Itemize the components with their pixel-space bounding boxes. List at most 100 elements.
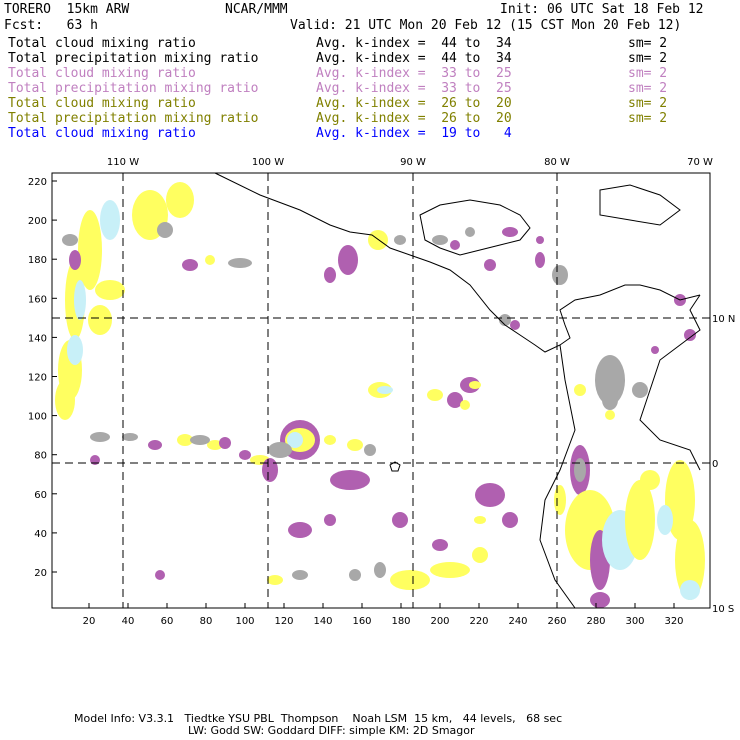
cloud-field-yellow [460, 400, 470, 410]
cloud-field-yellow [427, 389, 443, 401]
x-tick-label: 260 [547, 616, 566, 627]
y-tick-label: 180 [28, 255, 47, 266]
cloud-field-lightblue [377, 386, 393, 394]
cloud-field-gray [157, 222, 173, 238]
x-tick-label: 180 [391, 616, 410, 627]
map-plot: 110 W 100 W 90 W 80 W 70 W 10 N 0 10 S 20 40 60 80 1… [28, 157, 735, 627]
x-tick-label: 140 [313, 616, 332, 627]
x-tick-label: 60 [161, 616, 174, 627]
cloud-field-purple [288, 522, 312, 538]
x-tick-label: 320 [664, 616, 683, 627]
model-info-line2: LW: Godd SW: Goddard DIFF: simple KM: 2D… [188, 724, 475, 737]
cloud-field-purple [338, 245, 358, 275]
x-tick-label: 20 [83, 616, 96, 627]
cloud-field-yellow [205, 255, 215, 265]
cloud-field-purple [432, 539, 448, 551]
y-tick-label: 120 [28, 373, 47, 384]
coastline [214, 172, 701, 353]
cloud-field-purple [684, 329, 696, 341]
cloud-field-lightblue [67, 335, 83, 365]
cloud-field-lightblue [680, 580, 700, 600]
cloud-field-purple [651, 346, 659, 354]
y-tick-label: 140 [28, 333, 47, 344]
x-tick-label: 40 [122, 616, 135, 627]
y-tick-label: 20 [34, 568, 47, 579]
cloud-field-yellow [368, 230, 388, 250]
coastline [419, 199, 531, 256]
coastline [599, 184, 681, 226]
y-tick-label: 40 [34, 529, 47, 540]
cloud-field-gray [499, 314, 511, 326]
cloud-field-yellow [55, 380, 75, 420]
longitude-label: 80 W [544, 157, 570, 168]
x-tick-label: 80 [200, 616, 213, 627]
cloud-field-purple [450, 240, 460, 250]
cloud-field-purple [536, 236, 544, 244]
x-tick-label: 300 [625, 616, 644, 627]
cloud-field-gray [574, 458, 586, 482]
cloud-field-gray [364, 444, 376, 456]
latitude-label: 10 S [712, 604, 734, 615]
cloud-field-yellow [472, 547, 488, 563]
cloud-field-yellow [474, 516, 486, 524]
cloud-field-yellow [267, 575, 283, 585]
cloud-field-gray [349, 569, 361, 581]
cloud-field-purple [324, 267, 336, 283]
cloud-field-purple [330, 470, 370, 490]
y-tick-label: 80 [34, 451, 47, 462]
cloud-field-yellow [469, 381, 481, 389]
cloud-field-lightblue [100, 200, 120, 240]
cloud-field-gray [632, 382, 648, 398]
x-tick-label: 160 [352, 616, 371, 627]
longitude-label: 90 W [400, 157, 426, 168]
y-tick-label: 200 [28, 216, 47, 227]
cloud-field-purple [262, 458, 278, 482]
x-tick-label: 200 [430, 616, 449, 627]
cloud-field-yellow [166, 182, 194, 218]
cloud-field-purple [324, 514, 336, 526]
cloud-field-purple [239, 450, 251, 460]
cloud-field-gray [602, 390, 618, 410]
cloud-field-gray [90, 432, 110, 442]
cloud-field-lightblue [74, 280, 86, 320]
longitude-label: 100 W [252, 157, 284, 168]
cloud-field-purple [475, 483, 505, 507]
x-tick-label: 240 [508, 616, 527, 627]
x-tick-label: 100 [235, 616, 254, 627]
longitude-label: 110 W [107, 157, 139, 168]
cloud-field-purple [502, 512, 518, 528]
cloud-field-purple [155, 570, 165, 580]
cloud-field-gray [394, 235, 406, 245]
cloud-field-yellow [430, 562, 470, 578]
cloud-field-yellow [390, 570, 430, 590]
cloud-field-yellow [95, 280, 125, 300]
coastline [639, 294, 701, 471]
cloud-field-lightblue [657, 505, 673, 535]
cloud-field-gray [552, 265, 568, 285]
cloud-field-gray [122, 433, 138, 441]
cloud-field-yellow [625, 480, 655, 560]
latitude-label: 10 N [712, 314, 735, 325]
cloud-field-purple [502, 227, 518, 237]
cloud-field-purple [148, 440, 162, 450]
cloud-field-yellow [554, 485, 566, 515]
latitude-label: 0 [712, 459, 718, 470]
y-tick-label: 220 [28, 177, 47, 188]
cloud-field-purple [182, 259, 198, 271]
cloud-field-yellow [605, 410, 615, 420]
cloud-field-yellow [347, 439, 363, 451]
cloud-field-gray [465, 227, 475, 237]
cloud-field-purple [535, 252, 545, 268]
cloud-field-yellow [88, 305, 112, 335]
cloud-field-yellow [78, 210, 102, 290]
y-tick-label: 60 [34, 490, 47, 501]
cloud-field-yellow [324, 435, 336, 445]
cloud-field-purple [484, 259, 496, 271]
x-tick-label: 220 [469, 616, 488, 627]
cloud-field-yellow [574, 384, 586, 396]
cloud-field-gray [190, 435, 210, 445]
cloud-field-gray [374, 562, 386, 578]
cloud-field-gray [268, 442, 292, 458]
cloud-field-yellow [640, 470, 660, 490]
x-tick-label: 280 [586, 616, 605, 627]
